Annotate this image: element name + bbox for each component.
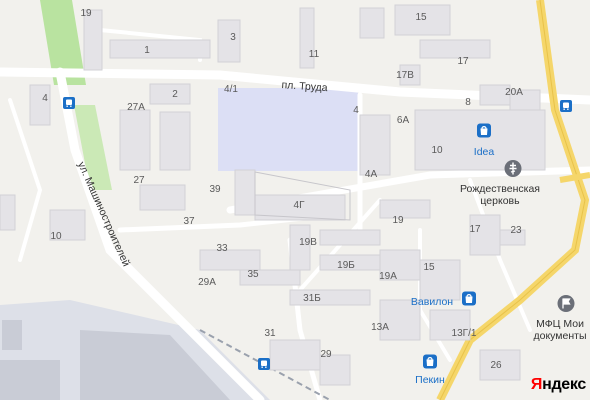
highlighted-area (218, 88, 358, 171)
house-number: 13Г/1 (451, 328, 477, 339)
house-number: 20А (505, 87, 523, 98)
poi-label-church[interactable]: Рождественская церковь (440, 183, 560, 207)
poi-label-mfc[interactable]: МФЦ Мои документы (523, 318, 590, 342)
house-number: 33 (216, 243, 228, 254)
house-number: 31Б (303, 293, 321, 304)
house-number: 17 (469, 224, 481, 235)
house-number: 4Г (293, 200, 305, 211)
house-number: 27А (127, 102, 145, 113)
house-number: 35 (247, 269, 259, 280)
house-number: 4 (353, 105, 359, 116)
house-number: 4А (364, 169, 378, 180)
house-number: 19 (392, 215, 404, 226)
house-number: 10 (50, 231, 62, 242)
house-number: 27 (133, 175, 145, 186)
house-number: 19 (80, 8, 92, 19)
house-number: 19А (379, 271, 397, 282)
shopping-bag-icon[interactable] (461, 291, 477, 312)
house-number: 11 (308, 49, 320, 60)
house-number: 13А (371, 322, 389, 333)
house-number: 29А (198, 277, 216, 288)
bus-stop-icon[interactable] (560, 99, 572, 117)
house-number: 39 (209, 184, 221, 195)
house-number: 29 (320, 349, 332, 360)
shopping-bag-icon[interactable] (476, 123, 492, 144)
flag-icon[interactable] (557, 295, 575, 318)
house-number: 23 (510, 225, 522, 236)
house-number: 3 (230, 32, 236, 43)
house-number: 4/1 (224, 84, 238, 95)
orthodox-cross-icon[interactable] (504, 160, 522, 183)
house-number: 15 (415, 12, 427, 23)
bus-stop-icon[interactable] (258, 357, 270, 375)
poi-label-idea[interactable]: Idea (474, 146, 494, 158)
house-number: 15 (423, 262, 435, 273)
map-view[interactable]: пл. Труда ул. Машиностроителей 19 15 3 1… (0, 0, 590, 400)
house-number: 1 (144, 45, 150, 56)
house-number: 31 (264, 328, 276, 339)
house-number: 10 (431, 145, 443, 156)
shopping-bag-icon[interactable] (422, 354, 438, 375)
house-number: 19В (299, 237, 317, 248)
house-number: 26 (490, 360, 502, 371)
yandex-logo: Яндекс (530, 376, 586, 393)
house-number: 17В (396, 70, 414, 81)
house-number: 19Б (337, 260, 355, 271)
poi-label-vavilon[interactable]: Вавилон (411, 296, 453, 308)
house-number: 2 (172, 89, 178, 100)
house-number: 4 (42, 93, 48, 104)
poi-label-pekin[interactable]: Пекин (415, 374, 445, 386)
house-number: 6А (396, 115, 410, 126)
house-number: 17 (457, 56, 469, 67)
house-number: 8 (465, 97, 471, 108)
bus-stop-icon[interactable] (63, 96, 75, 114)
house-number: 37 (183, 216, 195, 227)
